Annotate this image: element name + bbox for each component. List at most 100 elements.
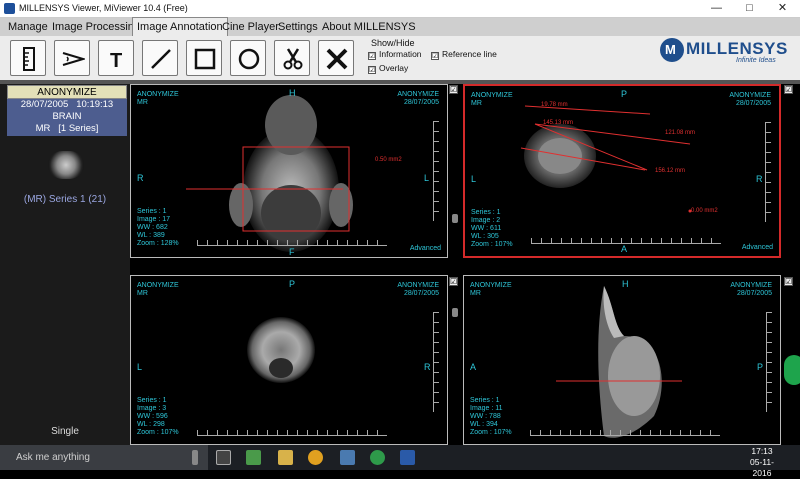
task-view-icon[interactable] bbox=[216, 450, 231, 465]
line-tool-button[interactable] bbox=[142, 40, 178, 76]
coronal-mr-image bbox=[520, 105, 692, 213]
app-icon bbox=[4, 3, 15, 14]
length-annotation-3[interactable]: 121.08 mm bbox=[665, 130, 695, 136]
store-icon[interactable] bbox=[340, 450, 355, 465]
length-annotation-1[interactable]: 19.78 mm bbox=[541, 102, 568, 108]
menu-image-processing[interactable]: Image Processing bbox=[48, 18, 144, 36]
information-label: Information bbox=[379, 49, 422, 59]
horizontal-scale bbox=[531, 238, 721, 244]
information-checkbox[interactable]: ☑ Information bbox=[368, 49, 422, 60]
series-overlay: Series : 1 bbox=[137, 208, 167, 215]
image-overlay: Image : 2 bbox=[471, 217, 501, 224]
maximize-button[interactable]: □ bbox=[733, 0, 766, 18]
rectangle-tool-button[interactable] bbox=[186, 40, 222, 76]
reference-line-label: Reference line bbox=[442, 49, 497, 59]
series-label[interactable]: (MR) Series 1 (21) bbox=[0, 194, 130, 205]
microphone-icon[interactable] bbox=[192, 450, 198, 465]
viewport-3[interactable]: ANONYMIZE MR ANONYMIZE 28/07/2005 P L R … bbox=[130, 275, 448, 445]
axial-mr-image bbox=[186, 95, 353, 252]
window-title: MILLENSYS Viewer, MiViewer 10.4 (Free) bbox=[19, 3, 188, 13]
area-annotation[interactable]: 0.50 mm2 bbox=[375, 157, 402, 163]
menu-about[interactable]: About MILLENSYS bbox=[318, 18, 420, 36]
date-overlay: 28/07/2005 bbox=[736, 290, 772, 297]
cortana-search-box[interactable]: Ask me anything bbox=[0, 445, 208, 470]
orientation-right: R bbox=[756, 174, 763, 184]
ww-overlay: WW : 596 bbox=[137, 413, 168, 420]
rectangle-icon bbox=[194, 48, 216, 70]
ellipse-tool-button[interactable] bbox=[230, 40, 266, 76]
miviewer-taskbar-icon[interactable] bbox=[400, 450, 415, 465]
wl-overlay: WL : 305 bbox=[471, 233, 499, 240]
menu-image-annotation[interactable]: Image Annotation bbox=[132, 17, 228, 36]
orientation-right: R bbox=[424, 362, 431, 372]
menu-settings[interactable]: Settings bbox=[274, 18, 322, 36]
file-explorer-icon[interactable] bbox=[278, 450, 293, 465]
title-bar: MILLENSYS Viewer, MiViewer 10.4 (Free) —… bbox=[0, 0, 800, 18]
advanced-label[interactable]: Advanced bbox=[410, 245, 441, 253]
viewport-1[interactable]: ANONYMIZE MR ANONYMIZE 28/07/2005 H R L … bbox=[130, 84, 448, 258]
show-hide-group: Show/Hide ☑ Information ☑ Reference line ☑… bbox=[368, 38, 502, 76]
millensys-logo: MILLENSYS Infinite Ideas bbox=[660, 37, 794, 67]
zoom-overlay: Zoom : 107% bbox=[470, 429, 512, 436]
windows-taskbar: Ask me anything 17:13 05-11-2016 bbox=[0, 445, 800, 478]
study-description: BRAIN bbox=[52, 111, 82, 122]
viewport-2-checkbox[interactable]: ☑ bbox=[784, 85, 793, 94]
horizontal-scale bbox=[197, 240, 387, 246]
orientation-left: L bbox=[137, 362, 143, 372]
system-clock[interactable]: 17:13 05-11-2016 bbox=[742, 446, 782, 479]
series-thumbnail[interactable] bbox=[48, 151, 84, 179]
orientation-top: H bbox=[289, 88, 296, 98]
viewport-3-checkbox[interactable]: ☑ bbox=[449, 277, 458, 286]
splitter-handle-top[interactable] bbox=[452, 214, 458, 223]
hangouts-float-icon[interactable] bbox=[784, 355, 800, 385]
paint-app-icon[interactable] bbox=[246, 450, 261, 465]
overlay-checkbox[interactable]: ☑ Overlay bbox=[368, 63, 408, 74]
viewport-4[interactable]: ANONYMIZE MR ANONYMIZE 28/07/2005 H A P … bbox=[463, 275, 781, 445]
delete-x-icon bbox=[326, 48, 348, 70]
patient-name-overlay: ANONYMIZE bbox=[137, 91, 179, 98]
patient-name[interactable]: ANONYMIZE bbox=[7, 85, 127, 99]
ww-overlay: WW : 682 bbox=[137, 224, 168, 231]
study-modality: MR bbox=[35, 123, 51, 134]
viewport-1-checkbox[interactable]: ☑ bbox=[449, 85, 458, 94]
area-annotation[interactable]: 0.00 mm2 bbox=[691, 208, 718, 214]
modality-overlay: MR bbox=[137, 290, 148, 297]
length-annotation-2[interactable]: 145.13 mm bbox=[543, 120, 573, 126]
series-overlay: Series : 1 bbox=[470, 397, 500, 404]
menu-manage[interactable]: Manage bbox=[4, 18, 52, 36]
study-panel: ANONYMIZE 28/07/2005 10:19:13 BRAIN MR [… bbox=[0, 84, 130, 445]
vertical-scale bbox=[433, 312, 439, 412]
zoom-overlay: Zoom : 128% bbox=[137, 240, 179, 247]
reference-line-checkbox[interactable]: ☑ Reference line bbox=[431, 49, 497, 60]
viewport-4-checkbox[interactable]: ☑ bbox=[784, 277, 793, 286]
orientation-left: R bbox=[137, 173, 144, 183]
ruler-tool-button[interactable] bbox=[10, 40, 46, 76]
hangouts-icon[interactable] bbox=[370, 450, 385, 465]
text-icon: T bbox=[110, 50, 122, 71]
minimize-button[interactable]: — bbox=[700, 0, 733, 18]
text-tool-button[interactable]: T bbox=[98, 40, 134, 76]
vertical-scale bbox=[765, 122, 771, 222]
chrome-icon[interactable] bbox=[308, 450, 323, 465]
orientation-right: L bbox=[424, 173, 430, 183]
image-overlay: Image : 17 bbox=[137, 216, 171, 223]
length-annotation-4[interactable]: 156.12 mm bbox=[655, 168, 685, 174]
layout-single-button[interactable]: Single bbox=[0, 426, 130, 437]
study-card[interactable]: 28/07/2005 10:19:13 BRAIN MR [1 Series] bbox=[7, 99, 127, 136]
viewport-2[interactable]: ANONYMIZE MR ANONYMIZE 28/07/2005 P L R … bbox=[463, 84, 781, 258]
modality-overlay: MR bbox=[471, 100, 482, 107]
wl-overlay: WL : 394 bbox=[470, 421, 498, 428]
delete-tool-button[interactable] bbox=[318, 40, 354, 76]
horizontal-scale bbox=[530, 430, 720, 436]
orientation-right: P bbox=[757, 362, 764, 372]
freehand-tool-button[interactable] bbox=[54, 40, 90, 76]
horizontal-scale bbox=[197, 430, 387, 436]
patient-name-overlay: ANONYMIZE bbox=[470, 282, 512, 289]
close-button[interactable]: ✕ bbox=[766, 0, 799, 18]
line-icon bbox=[151, 49, 171, 69]
cut-tool-button[interactable] bbox=[274, 40, 310, 76]
search-placeholder: Ask me anything bbox=[16, 452, 90, 463]
splitter-handle-bottom[interactable] bbox=[452, 308, 458, 317]
patient-name-overlay: ANONYMIZE bbox=[471, 92, 513, 99]
advanced-label[interactable]: Advanced bbox=[742, 244, 773, 252]
